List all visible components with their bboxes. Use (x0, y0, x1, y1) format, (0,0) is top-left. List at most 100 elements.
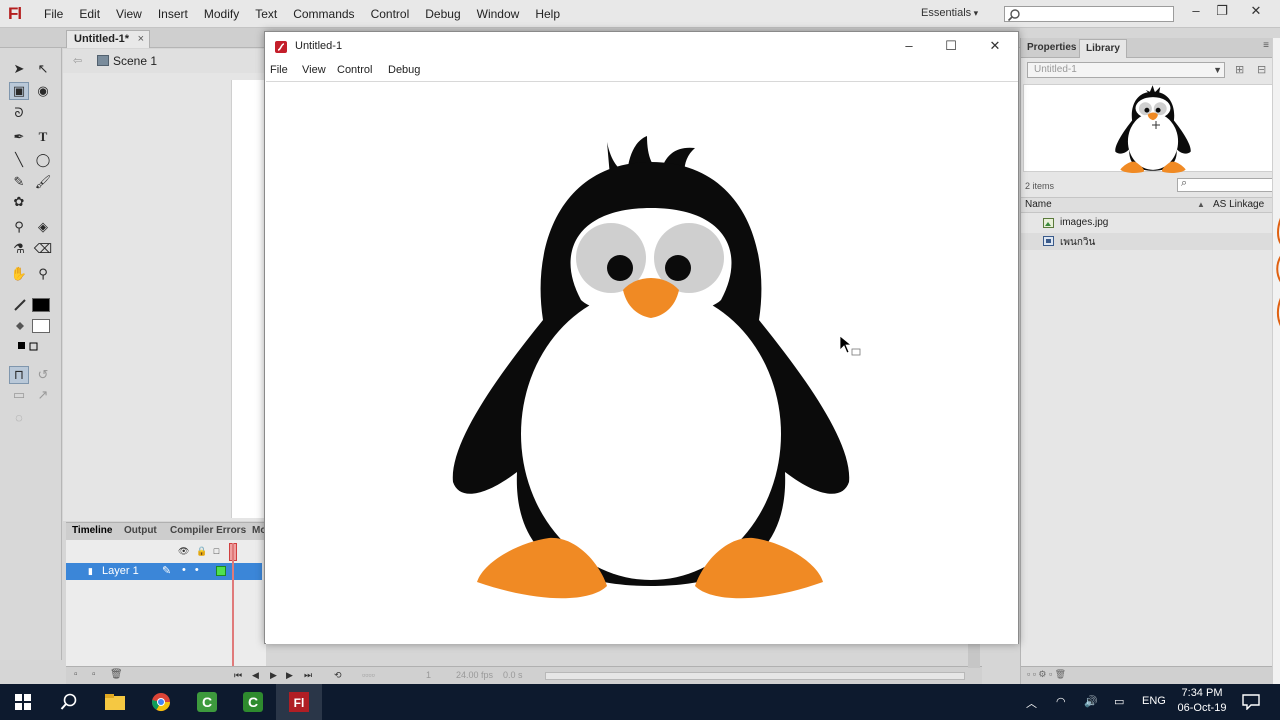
menu-help[interactable]: Help (527, 0, 568, 28)
tab-timeline[interactable]: Timeline (72, 525, 112, 536)
menu-text[interactable]: Text (247, 0, 285, 28)
lock-icon[interactable]: 🔒 (196, 546, 207, 556)
wifi-icon[interactable]: ◠ (1056, 695, 1066, 708)
library-item[interactable]: images.jpg (1021, 215, 1280, 232)
close-tab-icon[interactable]: × (138, 31, 144, 47)
deco-icon[interactable]: ✿ (9, 193, 29, 211)
close-button[interactable]: ✕ (1246, 3, 1266, 19)
line-icon[interactable]: ╲ (9, 151, 29, 169)
text-icon[interactable]: T (33, 128, 53, 146)
subselection-icon[interactable]: ↖ (33, 60, 53, 78)
scene-label[interactable]: Scene 1 (113, 54, 157, 68)
hand-icon[interactable]: ✋ (9, 265, 29, 283)
paint-bucket-icon[interactable]: ◈ (33, 218, 53, 236)
go-to-last-icon[interactable]: ⏭ (304, 670, 312, 681)
taskbar-chrome[interactable] (138, 684, 184, 720)
eye-icon[interactable]: 👁 (178, 546, 189, 556)
player-menu-debug[interactable]: Debug (388, 64, 420, 76)
show-hidden-icons-icon[interactable]: ︿ (1026, 695, 1037, 711)
lasso-icon[interactable]: ᘐ (9, 104, 29, 122)
taskbar-search-button[interactable] (46, 684, 92, 720)
workspace-switcher[interactable]: Essentials (921, 7, 978, 19)
pen-icon[interactable]: ✒ (9, 128, 29, 146)
new-folder-icon[interactable]: ▫ (92, 669, 96, 680)
panel-scrollbar[interactable] (1272, 38, 1280, 684)
menu-edit[interactable]: Edit (71, 0, 108, 28)
frame-rate[interactable]: 24.00 fps (456, 670, 493, 680)
playhead[interactable] (232, 543, 234, 667)
menu-debug[interactable]: Debug (417, 0, 468, 28)
eyedropper-icon[interactable]: ⚗ (9, 240, 29, 258)
fill-color-swatch[interactable] (32, 319, 50, 333)
player-menu-control[interactable]: Control (337, 64, 372, 76)
start-button[interactable] (0, 684, 46, 720)
battery-icon[interactable]: ▭ (1114, 695, 1124, 708)
taskbar-camtasia-studio[interactable]: C (230, 684, 276, 720)
column-as-linkage[interactable]: AS Linkage (1213, 199, 1264, 210)
straighten-icon[interactable]: ▭ (9, 386, 29, 404)
menu-insert[interactable]: Insert (150, 0, 196, 28)
tab-compiler-errors[interactable]: Compiler Errors (170, 525, 246, 536)
player-minimize-button[interactable]: – (897, 38, 921, 53)
stage[interactable] (231, 80, 267, 518)
player-menu-view[interactable]: View (302, 64, 326, 76)
oval-icon[interactable]: ◯ (33, 151, 53, 169)
menu-file[interactable]: File (36, 0, 71, 28)
rotate-icon[interactable]: ◌ (9, 408, 29, 426)
player-stage[interactable] (266, 81, 1018, 644)
player-close-button[interactable]: ✕ (983, 38, 1007, 54)
input-language[interactable]: ENG (1142, 695, 1166, 707)
menu-window[interactable]: Window (469, 0, 528, 28)
new-layer-icon[interactable]: ▫ (74, 669, 78, 680)
selection-arrow-icon[interactable]: ➤ (9, 60, 29, 78)
onion-skin-icons[interactable]: ▫▫▫▫ (362, 670, 375, 680)
swap-colors-icon[interactable] (16, 340, 42, 354)
layer-outline-color[interactable] (216, 566, 226, 576)
bone-icon[interactable]: ⚲ (9, 218, 29, 236)
loop-icon[interactable]: ⟲ (334, 670, 342, 681)
restore-button[interactable]: ❐ (1212, 3, 1232, 19)
taskbar-flash[interactable]: Fl (276, 684, 322, 720)
help-search-input[interactable] (1004, 6, 1174, 22)
pencil-icon[interactable]: ✎ (9, 173, 29, 191)
minimize-button[interactable]: – (1186, 3, 1206, 18)
step-forward-icon[interactable]: ▶ (286, 670, 293, 681)
menu-commands[interactable]: Commands (285, 0, 362, 28)
zoom-icon[interactable]: ⚲ (33, 265, 53, 283)
library-document-select[interactable]: Untitled-1 ▼ (1027, 62, 1225, 78)
brush-icon[interactable]: 🖌 (33, 173, 53, 191)
eraser-icon[interactable]: ⌫ (33, 240, 53, 258)
layer-visibility-dots[interactable]: •• (182, 564, 208, 576)
tab-properties[interactable]: Properties (1027, 42, 1076, 53)
timeline-horizontal-scrollbar[interactable] (545, 672, 965, 680)
scale-icon[interactable]: ↗ (33, 386, 53, 404)
system-clock[interactable]: 7:34 PM 06-Oct-19 (1172, 686, 1232, 716)
pin-icon[interactable]: ⊞ (1235, 63, 1244, 76)
player-menu-file[interactable]: File (270, 64, 288, 76)
layer-name[interactable]: Layer 1 (102, 565, 139, 577)
volume-icon[interactable]: 🔊 (1084, 695, 1098, 708)
library-item[interactable]: เพนกวิน (1021, 233, 1280, 250)
play-icon[interactable]: ▶ (270, 670, 277, 681)
tab-output[interactable]: Output (124, 525, 157, 536)
sort-arrow-icon[interactable]: ▲ (1197, 200, 1205, 209)
stage-scrollbar[interactable] (968, 642, 980, 668)
3d-rotation-icon[interactable]: ◉ (33, 82, 53, 100)
menu-modify[interactable]: Modify (196, 0, 247, 28)
menu-view[interactable]: View (108, 0, 150, 28)
panel-menu-icon[interactable]: ≡ (1263, 40, 1269, 51)
snap-magnet-icon[interactable]: ⊓ (9, 366, 29, 384)
library-search-input[interactable]: ⌕ (1177, 177, 1275, 192)
taskbar-file-explorer[interactable] (92, 684, 138, 720)
step-back-icon[interactable]: ◀ (252, 670, 259, 681)
stroke-color-swatch[interactable] (32, 298, 50, 312)
delete-layer-icon[interactable]: 🗑 (110, 669, 123, 680)
taskbar-camtasia-recorder[interactable]: C (184, 684, 230, 720)
player-maximize-button[interactable]: ☐ (939, 38, 963, 54)
player-titlebar[interactable]: Untitled-1 – ☐ ✕ (265, 32, 1018, 62)
tab-library[interactable]: Library (1079, 39, 1127, 58)
library-footer-icons[interactable]: ▫ ▫ ⚙ ▫ 🗑 (1027, 669, 1066, 680)
column-name[interactable]: Name (1025, 199, 1052, 210)
outline-icon[interactable]: □ (214, 546, 219, 556)
new-library-icon[interactable]: ⊟ (1257, 63, 1266, 76)
